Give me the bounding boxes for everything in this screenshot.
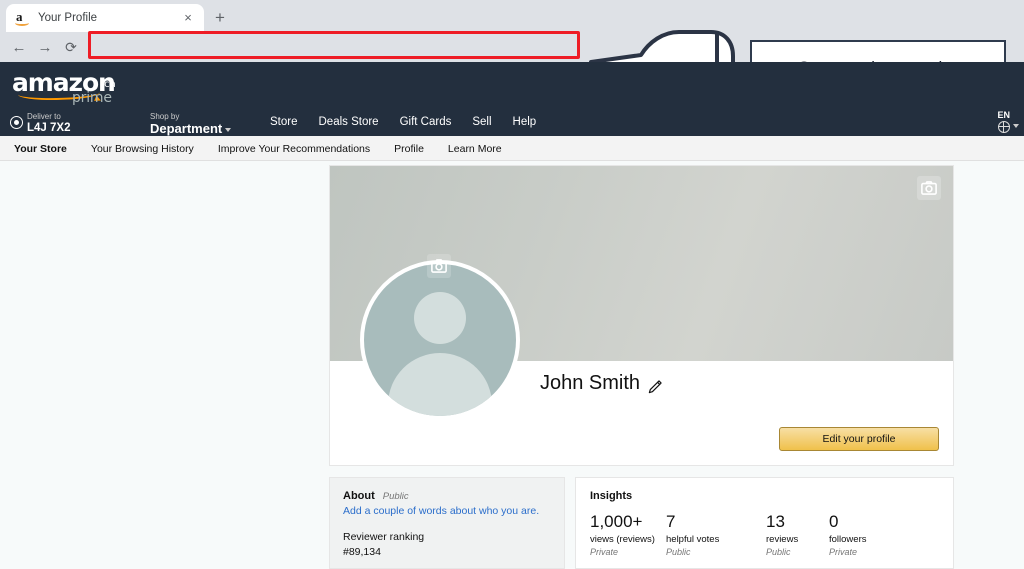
stat-visibility: Public	[666, 547, 691, 557]
stat-label: helpful votes	[666, 534, 720, 545]
close-icon[interactable]: ×	[180, 10, 196, 26]
amazon-logo-tld: .ca	[101, 79, 116, 90]
amazon-header-mid: Deliver to L4J 7X2 Shop by Department St…	[0, 108, 1024, 136]
deliver-to-label: Deliver to	[27, 112, 61, 121]
shop-by-value: Department	[150, 121, 223, 136]
sub-nav-your-browsing-history[interactable]: Your Browsing History	[91, 143, 194, 155]
amazon-prime-label: prime	[72, 90, 112, 106]
about-card: About Public Add a couple of words about…	[329, 477, 565, 569]
stat-value: 13	[766, 512, 785, 531]
nav-link-store[interactable]: Store	[270, 116, 298, 128]
screenshot-root: a Your Profile × + ← → ⟳ https://www.ama…	[0, 0, 1024, 569]
sub-nav-links: Your Store Your Browsing History Improve…	[14, 136, 502, 161]
language-selector[interactable]: EN	[997, 110, 1019, 133]
location-pin-icon	[10, 116, 23, 129]
profile-name-row: John Smith	[540, 372, 662, 395]
deliver-to-value: L4J 7X2	[27, 122, 71, 134]
shop-by-department-button[interactable]: Shop by Department	[150, 112, 232, 136]
edit-profile-button[interactable]: Edit your profile	[779, 427, 939, 451]
stat-reviews: 13 reviews Public	[766, 512, 829, 557]
language-label: EN	[997, 110, 1010, 120]
deliver-to-button[interactable]: Deliver to L4J 7X2	[10, 112, 70, 134]
nav-link-gift-cards[interactable]: Gift Cards	[400, 116, 452, 128]
stat-followers: 0 followers Private	[829, 512, 899, 557]
stat-views: 1,000+ views (reviews) Private	[590, 512, 666, 557]
amazon-a-favicon: a	[14, 10, 30, 26]
reviewer-ranking-value: #89,134	[343, 546, 381, 558]
avatar-body	[388, 353, 492, 416]
stat-label: reviews	[766, 534, 799, 545]
nav-link-help[interactable]: Help	[513, 116, 537, 128]
camera-icon	[921, 181, 937, 195]
amazon-sub-nav: Your Store Your Browsing History Improve…	[0, 136, 1024, 161]
back-icon[interactable]: ←	[8, 37, 30, 59]
insights-title: Insights	[590, 490, 633, 502]
profile-content-column: This is your private view of your profil…	[329, 161, 954, 569]
about-prompt-link[interactable]: Add a couple of words about who you are.	[343, 505, 551, 517]
insights-card: Insights 1,000+ views (reviews) Private …	[575, 477, 954, 569]
profile-name: John Smith	[540, 372, 641, 394]
tab-title: Your Profile	[38, 12, 98, 24]
stat-value: 7	[666, 512, 676, 531]
stat-visibility: Private	[590, 547, 619, 557]
reload-icon[interactable]: ⟳	[60, 37, 82, 59]
page-body: This is your private view of your profil…	[0, 161, 1024, 569]
forward-icon[interactable]: →	[34, 37, 56, 59]
nav-link-deals-store[interactable]: Deals Store	[319, 116, 379, 128]
avatar-head	[414, 292, 466, 344]
browser-tabstrip: a Your Profile × +	[0, 0, 1024, 32]
header-nav-links: Store Deals Store Gift Cards Sell Help	[270, 108, 536, 136]
amazon-header-top: amazon .ca prime All	[0, 62, 1024, 160]
stat-helpful-votes: 7 helpful votes Public	[666, 512, 766, 557]
stat-value: 0	[829, 512, 839, 531]
edit-profile-button-label: Edit your profile	[822, 433, 896, 445]
globe-icon	[997, 121, 1010, 133]
stat-value: 1,000+	[590, 512, 643, 531]
about-title: About	[343, 490, 375, 502]
nav-link-sell[interactable]: Sell	[472, 116, 491, 128]
sub-nav-improve-recommendations[interactable]: Improve Your Recommendations	[218, 143, 370, 155]
browser-tab[interactable]: a Your Profile ×	[6, 4, 204, 32]
camera-icon	[431, 259, 447, 273]
sub-nav-your-store[interactable]: Your Store	[14, 143, 67, 155]
profile-card: John Smith Edit your profile	[329, 165, 954, 466]
avatar-camera-button[interactable]	[427, 254, 451, 278]
stat-visibility: Public	[766, 547, 791, 557]
about-visibility: Public	[382, 491, 409, 502]
about-header: About Public	[343, 490, 551, 502]
avatar	[360, 260, 520, 420]
pencil-icon[interactable]	[648, 377, 662, 393]
amazon-logo[interactable]: amazon .ca prime	[12, 70, 130, 106]
reviewer-ranking-label: Reviewer ranking	[343, 531, 425, 543]
new-tab-button[interactable]: +	[210, 8, 230, 28]
insights-stats-row: 1,000+ views (reviews) Private 7 helpful…	[590, 512, 939, 557]
stat-visibility: Private	[829, 547, 858, 557]
stat-label: followers	[829, 534, 867, 545]
chevron-down-icon	[225, 127, 232, 132]
chevron-down-icon	[1013, 124, 1019, 128]
stat-label: views (reviews)	[590, 534, 655, 545]
banner-camera-button[interactable]	[917, 176, 941, 200]
sub-nav-learn-more[interactable]: Learn More	[448, 143, 502, 155]
sub-nav-profile[interactable]: Profile	[394, 143, 424, 155]
